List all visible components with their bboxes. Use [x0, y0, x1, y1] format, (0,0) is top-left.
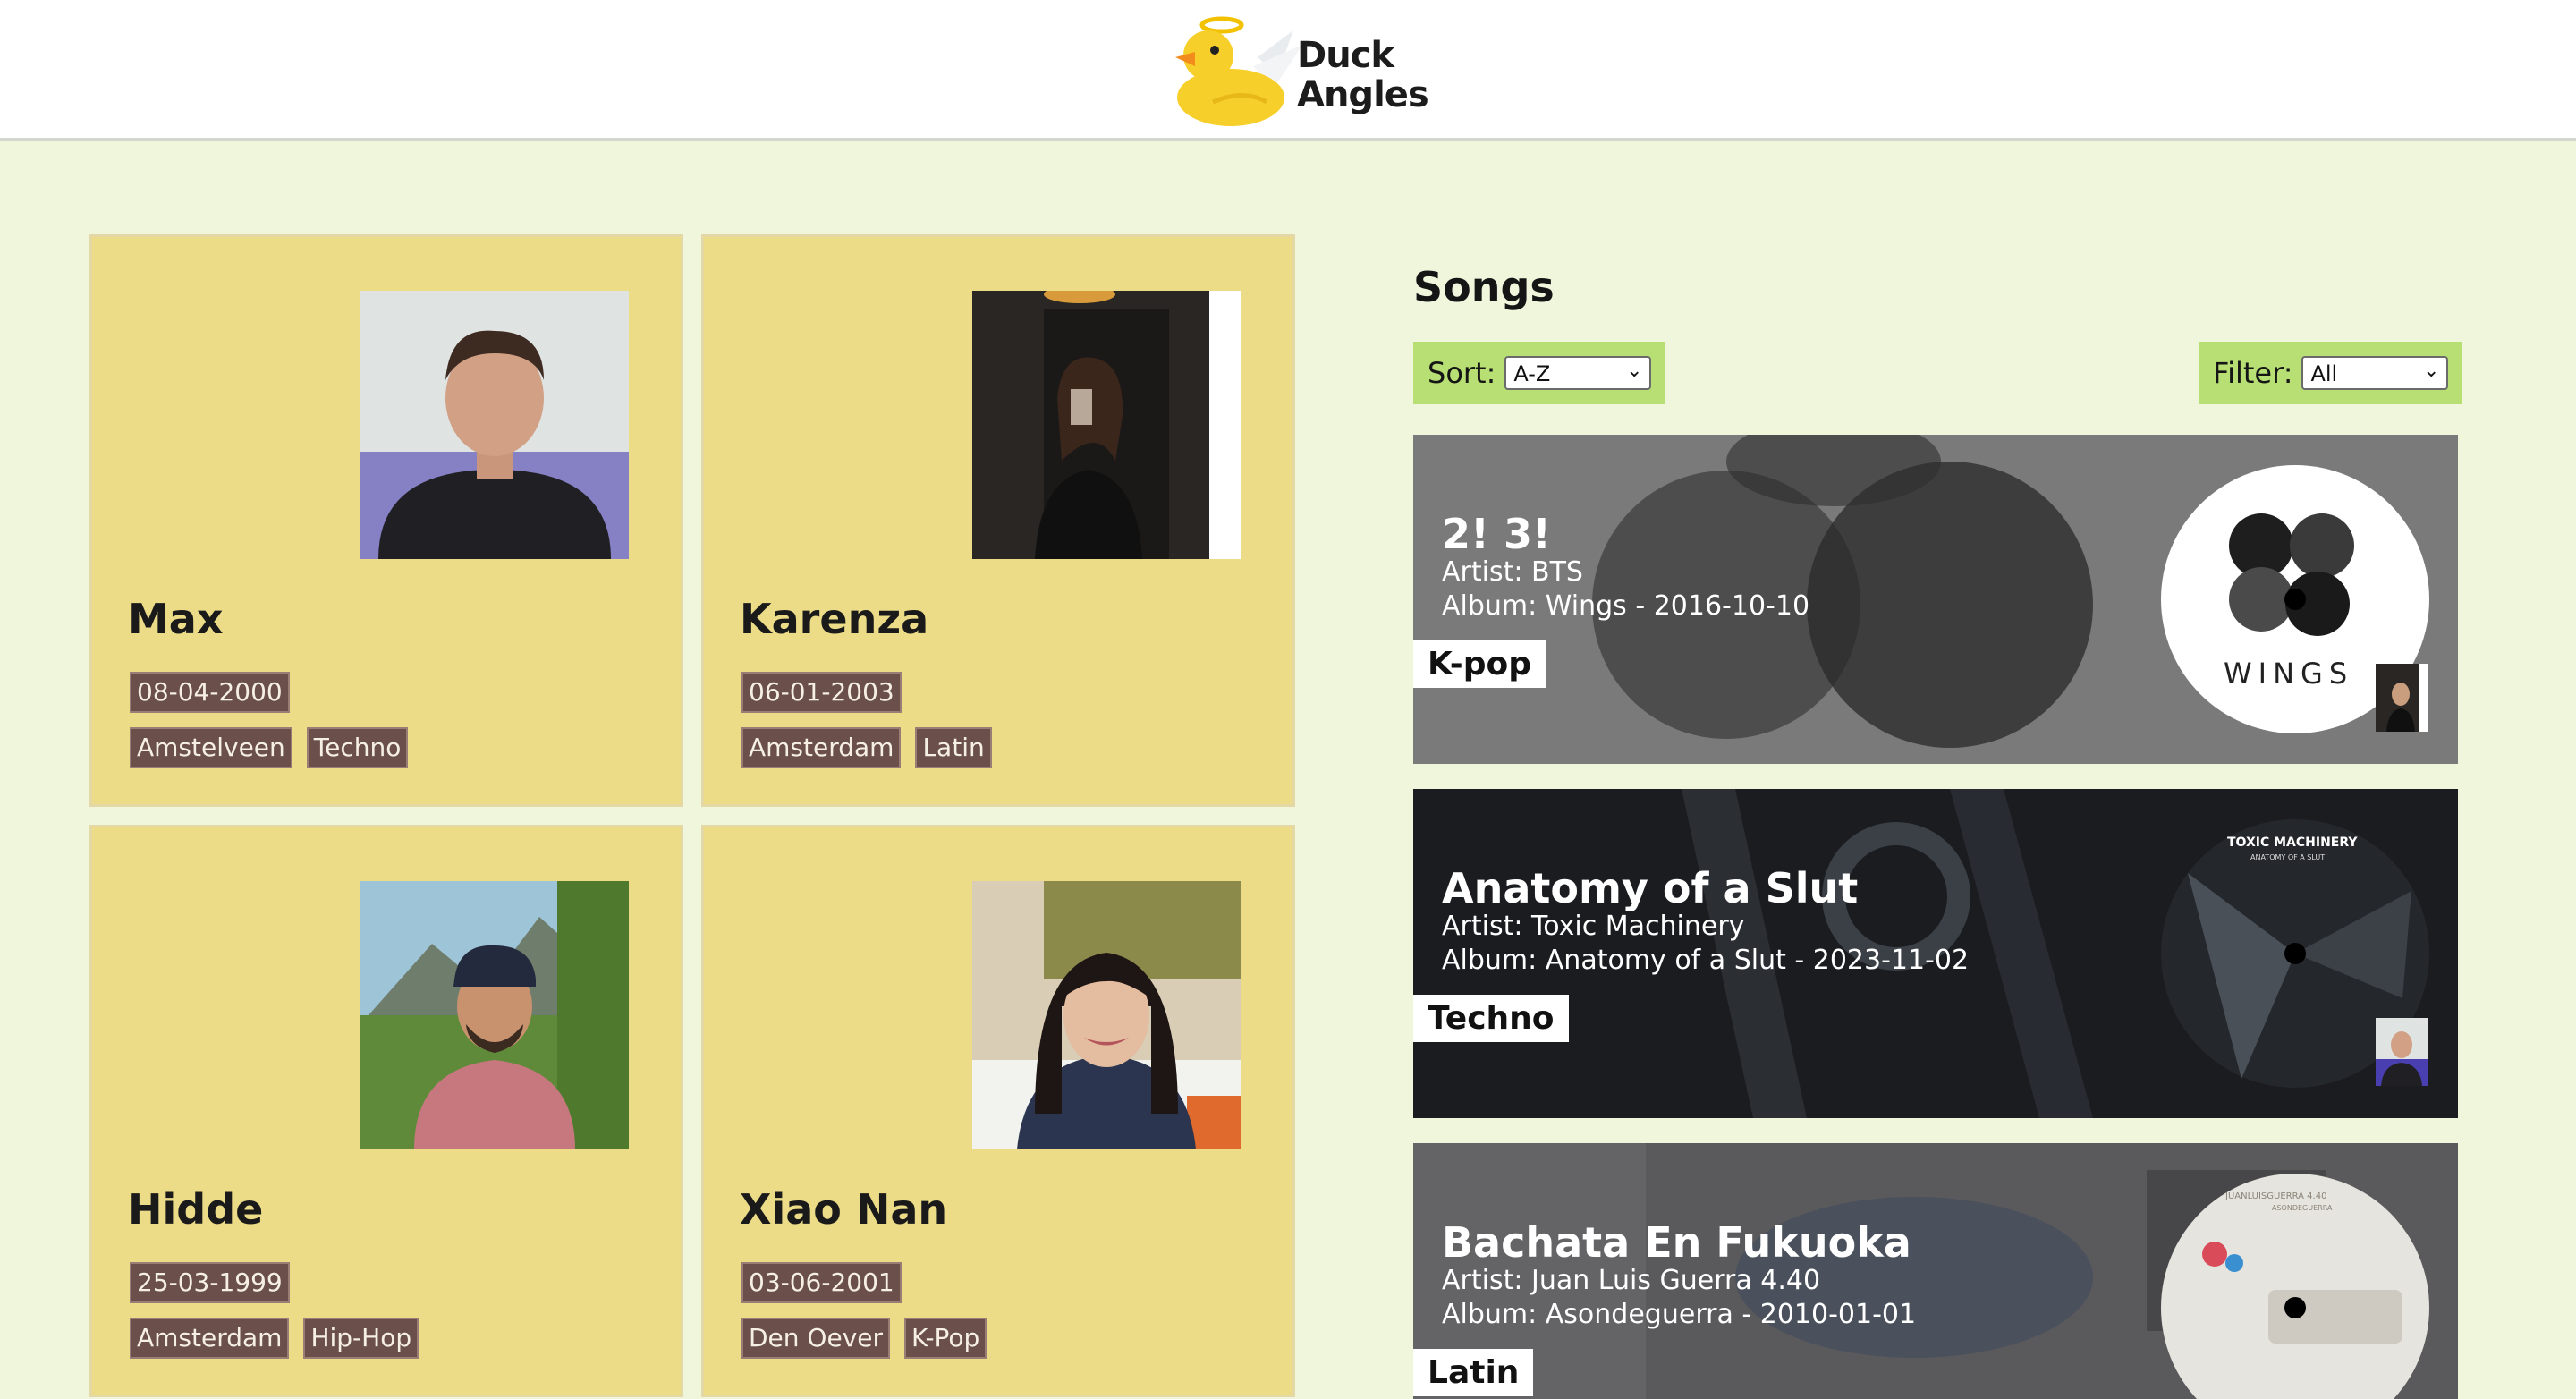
- birthdate-badge: 08-04-2000: [130, 672, 290, 713]
- person-chips: 03-06-2001: [741, 1262, 902, 1303]
- song-album: Album: Wings - 2016-10-10: [1442, 590, 1810, 622]
- genre-tag: K-pop: [1413, 640, 1546, 688]
- song-artist: Artist: Toxic Machinery: [1442, 911, 1745, 942]
- person-card[interactable]: Max 08-04-2000 Amstelveen Techno: [89, 234, 683, 807]
- songs-heading: Songs: [1413, 263, 1555, 311]
- song-title: 2! 3!: [1442, 510, 1551, 558]
- person-name: Xiao Nan: [740, 1185, 948, 1234]
- sort-value: A-Z: [1513, 361, 1551, 386]
- song-card[interactable]: Anatomy of a Slut Artist: Toxic Machiner…: [1413, 789, 2458, 1118]
- person-avatar-icon: [2376, 1018, 2428, 1086]
- person-photo-icon: [972, 291, 1241, 559]
- filter-control: Filter: All ⌄: [2199, 342, 2463, 404]
- song-title: Bachata En Fukuoka: [1442, 1218, 1911, 1267]
- birthdate-badge: 06-01-2003: [741, 672, 902, 713]
- album-cover-text: TOXIC MACHINERY: [2227, 835, 2358, 850]
- genre-tag: Latin: [1413, 1349, 1534, 1396]
- chevron-down-icon: ⌄: [1625, 360, 1643, 382]
- person-chips: 08-04-2000: [130, 672, 290, 713]
- song-title: Anatomy of a Slut: [1442, 864, 1859, 912]
- person-tags: Amstelveen Techno: [130, 727, 409, 768]
- person-photo-icon: [360, 881, 629, 1149]
- person-photo-icon: [360, 291, 629, 559]
- brand-line-1: Duck: [1297, 35, 1394, 76]
- album-cover-text: WINGS: [2224, 657, 2354, 691]
- genre-badge: Hip-Hop: [303, 1318, 419, 1359]
- person-tags: Amsterdam Latin: [741, 727, 992, 768]
- person-name: Hidde: [128, 1185, 264, 1234]
- genre-badge: Latin: [915, 727, 992, 768]
- brand-line-2: Angles: [1297, 74, 1429, 115]
- city-badge: Amsterdam: [130, 1318, 290, 1359]
- birthdate-badge: 03-06-2001: [741, 1262, 902, 1303]
- person-photo-icon: [972, 881, 1241, 1149]
- genre-badge: K-Pop: [904, 1318, 987, 1359]
- birthdate-badge: 25-03-1999: [130, 1262, 290, 1303]
- filter-select[interactable]: All ⌄: [2301, 356, 2449, 390]
- person-card[interactable]: Xiao Nan 03-06-2001 Den Oever K-Pop: [701, 825, 1295, 1397]
- person-card[interactable]: Karenza 06-01-2003 Amsterdam Latin: [701, 234, 1295, 807]
- sort-select[interactable]: A-Z ⌄: [1504, 356, 1652, 390]
- person-avatar-icon: [2376, 664, 2428, 732]
- top-bar: Duck Angles: [0, 0, 2576, 141]
- song-card[interactable]: 2! 3! Artist: BTS Album: Wings - 2016-10…: [1413, 435, 2458, 764]
- city-badge: Amsterdam: [741, 727, 902, 768]
- person-tags: Amsterdam Hip-Hop: [130, 1318, 419, 1359]
- person-card[interactable]: Hidde 25-03-1999 Amsterdam Hip-Hop: [89, 825, 683, 1397]
- song-album: Album: Asondeguerra - 2010-01-01: [1442, 1299, 1917, 1330]
- song-artist: Artist: Juan Luis Guerra 4.40: [1442, 1265, 1821, 1296]
- album-cover-subtext: ASONDEGUERRA: [2272, 1204, 2333, 1212]
- person-tags: Den Oever K-Pop: [741, 1318, 987, 1359]
- city-badge: Den Oever: [741, 1318, 891, 1359]
- sort-control: Sort: A-Z ⌄: [1413, 342, 1666, 404]
- person-chips: 25-03-1999: [130, 1262, 290, 1303]
- chevron-down-icon: ⌄: [2423, 360, 2440, 382]
- brand-name: Duck Angles: [1297, 35, 1429, 115]
- filter-value: All: [2310, 361, 2338, 386]
- sort-label: Sort:: [1428, 356, 1496, 390]
- song-album: Album: Anatomy of a Slut - 2023-11-02: [1442, 945, 1970, 976]
- album-cover-text: JUANLUISGUERRA 4.40: [2225, 1191, 2327, 1201]
- song-artist: Artist: BTS: [1442, 556, 1583, 588]
- city-badge: Amstelveen: [130, 727, 292, 768]
- song-card[interactable]: Bachata En Fukuoka Artist: Juan Luis Gue…: [1413, 1143, 2458, 1399]
- genre-tag: Techno: [1413, 995, 1569, 1042]
- genre-badge: Techno: [306, 727, 409, 768]
- person-chips: 06-01-2003: [741, 672, 902, 713]
- person-name: Karenza: [740, 595, 929, 643]
- person-name: Max: [128, 595, 224, 643]
- album-cover-subtext: ANATOMY OF A SLUT: [2250, 853, 2326, 861]
- filter-label: Filter:: [2213, 356, 2293, 390]
